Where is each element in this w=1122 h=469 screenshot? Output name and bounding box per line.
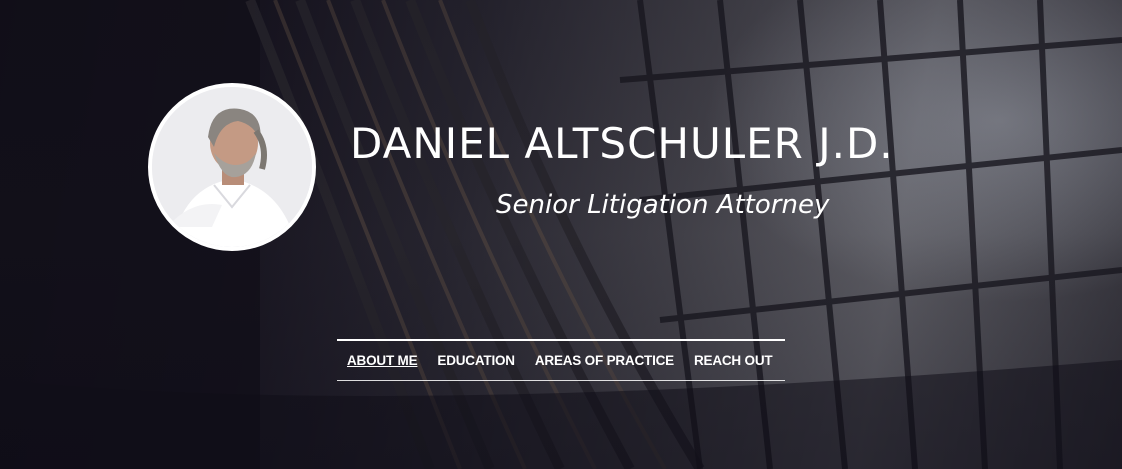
portrait-icon: [152, 87, 312, 247]
avatar: [148, 83, 316, 251]
nav-item-areas-of-practice[interactable]: AREAS OF PRACTICE: [535, 353, 674, 368]
main-navigation: ABOUT ME EDUCATION AREAS OF PRACTICE REA…: [337, 339, 785, 381]
nav-item-education[interactable]: EDUCATION: [437, 353, 515, 368]
background-overlay: [0, 0, 1122, 469]
nav-item-reach-out[interactable]: REACH OUT: [694, 353, 773, 368]
hero-section: DANIEL ALTSCHULER J.D. Senior Litigation…: [0, 0, 1122, 469]
attorney-title: Senior Litigation Attorney: [496, 190, 830, 220]
nav-item-about-me[interactable]: ABOUT ME: [347, 353, 418, 368]
attorney-name: DANIEL ALTSCHULER J.D.: [350, 119, 894, 168]
